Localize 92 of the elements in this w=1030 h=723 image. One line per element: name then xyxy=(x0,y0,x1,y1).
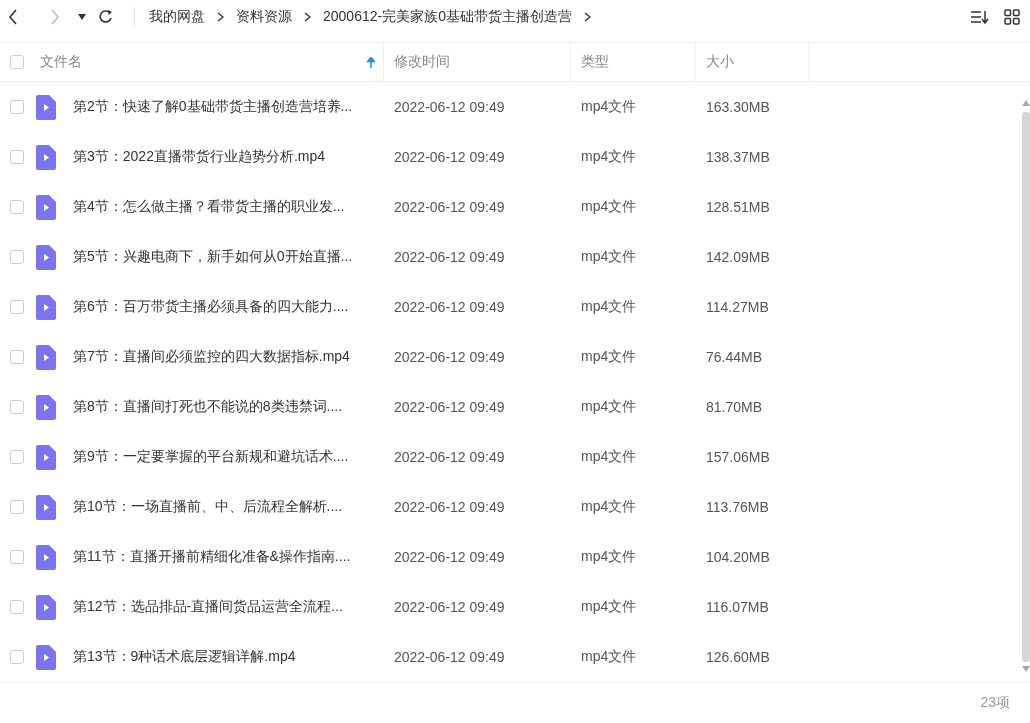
file-name[interactable]: 第4节：怎么做主播？看带货主播的职业发... xyxy=(73,198,345,216)
file-name[interactable]: 第9节：一定要掌握的平台新规和避坑话术.... xyxy=(73,448,349,466)
row-checkbox[interactable] xyxy=(10,100,24,114)
modified-time: 2022-06-12 09:49 xyxy=(394,499,505,515)
back-icon[interactable] xyxy=(8,9,18,25)
row-checkbox[interactable] xyxy=(10,500,24,514)
video-file-icon xyxy=(36,94,56,120)
modified-time: 2022-06-12 09:49 xyxy=(394,99,505,115)
modified-time: 2022-06-12 09:49 xyxy=(394,399,505,415)
chevron-icon xyxy=(304,12,311,22)
forward-icon[interactable] xyxy=(50,9,60,25)
column-header[interactable]: 文件名 xyxy=(40,53,82,71)
breadcrumb-link[interactable]: 资料资源 xyxy=(236,8,292,26)
video-file-icon xyxy=(36,194,56,220)
row-checkbox[interactable] xyxy=(10,650,24,664)
select-all-checkbox[interactable] xyxy=(10,55,24,69)
modified-time: 2022-06-12 09:49 xyxy=(394,449,505,465)
video-file-icon xyxy=(36,294,56,320)
row-checkbox[interactable] xyxy=(10,400,24,414)
breadcrumb-link[interactable]: 2000612-完美家族0基础带货主播创造营 xyxy=(323,8,572,26)
column-header[interactable]: 修改时间 xyxy=(394,53,450,71)
row-checkbox[interactable] xyxy=(10,450,24,464)
file-name[interactable]: 第13节：9种话术底层逻辑详解.mp4 xyxy=(73,648,296,666)
file-name[interactable]: 第10节：一场直播前、中、后流程全解析.... xyxy=(73,498,343,516)
file-size: 81.70MB xyxy=(706,399,763,415)
file-type: mp4文件 xyxy=(581,548,637,564)
file-type: mp4文件 xyxy=(581,398,637,414)
file-type: mp4文件 xyxy=(581,248,637,264)
file-size: 138.37MB xyxy=(706,149,770,165)
scrollbar[interactable] xyxy=(1022,100,1030,672)
file-name[interactable]: 第6节：百万带货主播必须具备的四大能力.... xyxy=(73,298,349,316)
modified-time: 2022-06-12 09:49 xyxy=(394,549,505,565)
file-size: 76.44MB xyxy=(706,349,763,365)
item-count: 23项 xyxy=(980,694,1010,712)
row-checkbox[interactable] xyxy=(10,300,24,314)
chevron-icon xyxy=(217,12,224,22)
modified-time: 2022-06-12 09:49 xyxy=(394,249,505,265)
file-name[interactable]: 第11节：直播开播前精细化准备&操作指南.... xyxy=(73,548,351,566)
file-name[interactable]: 第12节：选品排品-直播间货品运营全流程... xyxy=(73,598,343,616)
row-checkbox[interactable] xyxy=(10,250,24,264)
modified-time: 2022-06-12 09:49 xyxy=(394,649,505,665)
chevron-icon xyxy=(583,12,591,22)
grid-view-icon[interactable] xyxy=(1004,9,1020,25)
file-size: 157.06MB xyxy=(706,449,770,465)
modified-time: 2022-06-12 09:49 xyxy=(394,299,505,315)
file-type: mp4文件 xyxy=(581,98,637,114)
video-file-icon xyxy=(36,344,56,370)
modified-time: 2022-06-12 09:49 xyxy=(394,599,505,615)
file-size: 163.30MB xyxy=(706,99,770,115)
video-file-icon xyxy=(36,494,56,520)
video-file-icon xyxy=(36,444,56,470)
refresh-icon[interactable] xyxy=(98,9,114,25)
dropdown-icon[interactable] xyxy=(78,14,86,20)
row-checkbox[interactable] xyxy=(10,150,24,164)
modified-time: 2022-06-12 09:49 xyxy=(394,149,505,165)
file-name[interactable]: 第3节：2022直播带货行业趋势分析.mp4 xyxy=(73,148,326,166)
file-type: mp4文件 xyxy=(581,498,637,514)
sort-icon[interactable] xyxy=(970,9,990,25)
file-type: mp4文件 xyxy=(581,348,637,364)
file-size: 142.09MB xyxy=(706,249,770,265)
file-size: 114.27MB xyxy=(706,299,769,315)
row-checkbox[interactable] xyxy=(10,350,24,364)
video-file-icon xyxy=(36,544,56,570)
video-file-icon xyxy=(36,594,56,620)
video-file-icon xyxy=(36,144,56,170)
file-name[interactable]: 第2节：快速了解0基础带货主播创造营培养... xyxy=(73,98,353,116)
video-file-icon xyxy=(36,644,56,670)
file-size: 113.76MB xyxy=(706,499,769,515)
video-file-icon xyxy=(36,394,56,420)
file-type: mp4文件 xyxy=(581,448,637,464)
row-checkbox[interactable] xyxy=(10,200,24,214)
row-checkbox[interactable] xyxy=(10,600,24,614)
sort-arrow-icon xyxy=(367,56,375,68)
row-checkbox[interactable] xyxy=(10,550,24,564)
column-header[interactable]: 类型 xyxy=(581,53,609,71)
modified-time: 2022-06-12 09:49 xyxy=(394,349,505,365)
file-type: mp4文件 xyxy=(581,148,637,164)
file-type: mp4文件 xyxy=(581,648,637,664)
file-name[interactable]: 第7节：直播间必须监控的四大数据指标.mp4 xyxy=(73,348,350,366)
video-file-icon xyxy=(36,244,56,270)
column-header[interactable]: 大小 xyxy=(706,53,734,71)
modified-time: 2022-06-12 09:49 xyxy=(394,199,505,215)
file-name[interactable]: 第5节：兴趣电商下，新手如何从0开始直播... xyxy=(73,248,353,266)
file-name[interactable]: 第8节：直播间打死也不能说的8类违禁词.... xyxy=(73,398,343,416)
file-type: mp4文件 xyxy=(581,598,637,614)
file-size: 126.60MB xyxy=(706,649,770,665)
file-type: mp4文件 xyxy=(581,298,637,314)
file-size: 116.07MB xyxy=(706,599,769,615)
file-type: mp4文件 xyxy=(581,198,637,214)
file-size: 104.20MB xyxy=(706,549,770,565)
breadcrumb-link[interactable]: 我的网盘 xyxy=(149,8,205,26)
file-size: 128.51MB xyxy=(706,199,770,215)
